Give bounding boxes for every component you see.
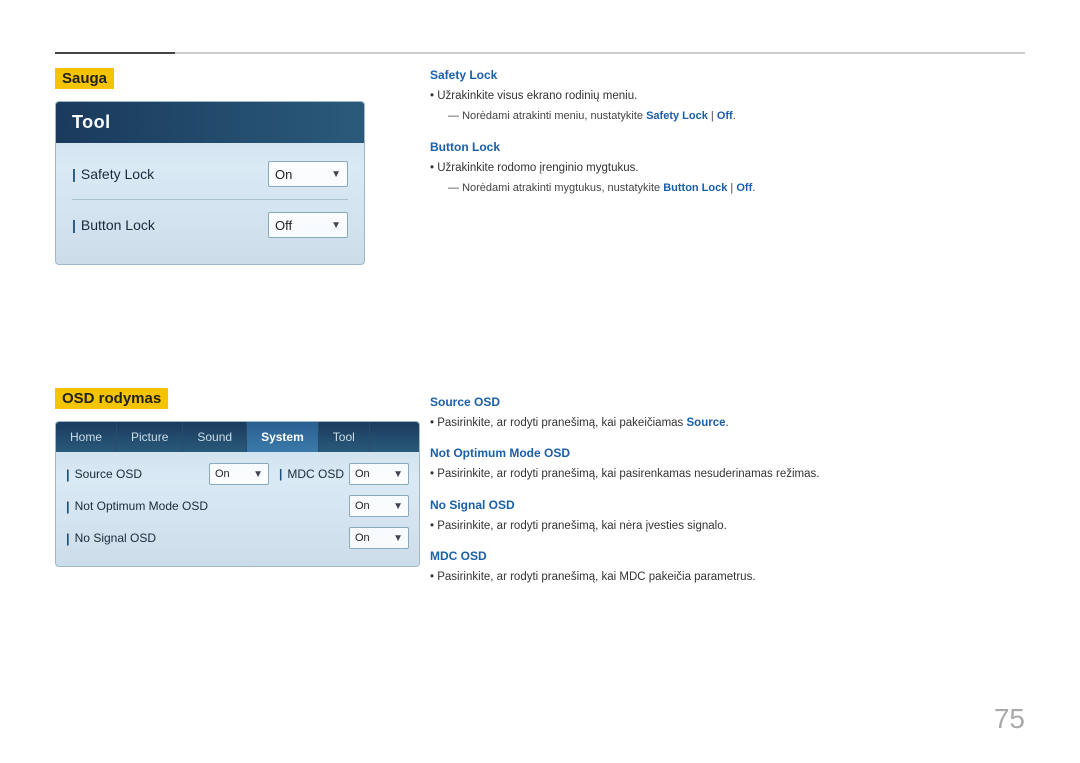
safety-lock-desc: Safety Lock Užrakinkite visus ekrano rod… (430, 68, 1000, 126)
safety-lock-row: Safety Lock On ▼ (72, 153, 348, 195)
button-lock-desc-text: Užrakinkite rodomo įrenginio mygtukus. (430, 160, 1000, 177)
safety-lock-highlight: Safety Lock (646, 110, 708, 122)
tool-panel: Tool Safety Lock On ▼ Button Lock Off ▼ (55, 101, 365, 265)
tool-panel-body: Safety Lock On ▼ Button Lock Off ▼ (56, 143, 364, 264)
source-osd-desc-title: Source OSD (430, 395, 1000, 409)
no-signal-split: No Signal OSD On ▼ (75, 527, 409, 549)
source-osd-arrow: ▼ (253, 469, 263, 480)
mdc-osd-select[interactable]: On ▼ (349, 463, 409, 485)
safety-lock-label: Safety Lock (72, 166, 154, 182)
not-optimum-split: Not Optimum Mode OSD On ▼ (75, 495, 409, 517)
source-osd-left: Source OSD On ▼ (75, 463, 269, 485)
tab-tool[interactable]: Tool (319, 422, 370, 452)
osd-panel: Home Picture Sound System Tool Source OS… (55, 421, 420, 567)
page-number: 75 (994, 703, 1025, 735)
source-osd-select[interactable]: On ▼ (209, 463, 269, 485)
no-signal-value: On (355, 532, 370, 544)
source-osd-value: On (215, 468, 230, 480)
tab-home[interactable]: Home (56, 422, 117, 452)
not-optimum-desc-text: Pasirinkite, ar rodyti pranešimą, kai pa… (430, 466, 1000, 483)
button-lock-value: Off (275, 218, 292, 233)
safety-lock-off-highlight: Off (717, 110, 733, 122)
safety-lock-desc-title: Safety Lock (430, 68, 1000, 82)
source-osd-row: Source OSD On ▼ MDC OSD On ▼ (66, 458, 409, 490)
source-osd-desc: Source OSD Pasirinkite, ar rodyti praneš… (430, 395, 1000, 432)
not-optimum-row: Not Optimum Mode OSD On ▼ (66, 490, 409, 522)
no-signal-label: No Signal OSD (75, 531, 349, 545)
top-line (55, 52, 1025, 54)
mdc-osd-label: MDC OSD (279, 467, 344, 481)
mdc-osd-desc-title: MDC OSD (430, 549, 1000, 563)
button-lock-arrow: ▼ (331, 220, 341, 231)
tab-sound[interactable]: Sound (183, 422, 247, 452)
no-signal-desc: No Signal OSD Pasirinkite, ar rodyti pra… (430, 498, 1000, 535)
no-signal-arrow: ▼ (393, 533, 403, 544)
tab-system[interactable]: System (247, 422, 319, 452)
safety-lock-value: On (275, 167, 292, 182)
no-signal-row: No Signal OSD On ▼ (66, 522, 409, 554)
button-lock-label: Button Lock (72, 217, 155, 233)
osd-body: Source OSD On ▼ MDC OSD On ▼ (56, 452, 419, 566)
not-optimum-arrow: ▼ (393, 501, 403, 512)
tool-panel-header: Tool (56, 102, 364, 143)
mdc-osd-arrow: ▼ (393, 469, 403, 480)
button-lock-desc: Button Lock Užrakinkite rodomo įrenginio… (430, 140, 1000, 198)
button-lock-desc-indent: Norėdami atrakinti mygtukus, nustatykite… (430, 180, 1000, 198)
button-lock-select[interactable]: Off ▼ (268, 212, 348, 238)
no-signal-left: No Signal OSD On ▼ (75, 527, 409, 549)
no-signal-desc-title: No Signal OSD (430, 498, 1000, 512)
osd-description: Source OSD Pasirinkite, ar rodyti praneš… (430, 395, 1000, 600)
source-osd-desc-text: Pasirinkite, ar rodyti pranešimą, kai pa… (430, 415, 1000, 432)
source-osd-label: Source OSD (75, 467, 209, 481)
button-lock-off-highlight: Off (736, 182, 752, 194)
mdc-osd-desc: MDC OSD Pasirinkite, ar rodyti pranešimą… (430, 549, 1000, 586)
osd-title: OSD rodymas (55, 388, 168, 409)
not-optimum-desc-title: Not Optimum Mode OSD (430, 446, 1000, 460)
button-lock-highlight: Button Lock (663, 182, 727, 194)
osd-tabs: Home Picture Sound System Tool (56, 422, 419, 452)
no-signal-desc-text: Pasirinkite, ar rodyti pranešimą, kai nė… (430, 518, 1000, 535)
safety-lock-select[interactable]: On ▼ (268, 161, 348, 187)
mdc-osd-desc-text: Pasirinkite, ar rodyti pranešimą, kai MD… (430, 569, 1000, 586)
safety-lock-desc-indent: Norėdami atrakinti meniu, nustatykite Sa… (430, 108, 1000, 126)
tool-divider (72, 199, 348, 200)
source-highlight: Source (687, 417, 726, 429)
safety-lock-desc-text: Užrakinkite visus ekrano rodinių meniu. (430, 88, 1000, 105)
no-signal-select[interactable]: On ▼ (349, 527, 409, 549)
not-optimum-select[interactable]: On ▼ (349, 495, 409, 517)
mdc-osd-value: On (355, 468, 370, 480)
not-optimum-left: Not Optimum Mode OSD On ▼ (75, 495, 409, 517)
not-optimum-label: Not Optimum Mode OSD (75, 499, 349, 513)
safety-lock-arrow: ▼ (331, 169, 341, 180)
not-optimum-value: On (355, 500, 370, 512)
sauga-section: Sauga Tool Safety Lock On ▼ Button Lock … (55, 68, 365, 265)
sauga-description: Safety Lock Užrakinkite visus ekrano rod… (430, 68, 1000, 212)
sauga-title: Sauga (55, 68, 114, 89)
tab-picture[interactable]: Picture (117, 422, 183, 452)
source-osd-split: Source OSD On ▼ MDC OSD On ▼ (75, 463, 409, 485)
mdc-osd-part: MDC OSD On ▼ (279, 463, 409, 485)
button-lock-row: Button Lock Off ▼ (72, 204, 348, 246)
not-optimum-desc: Not Optimum Mode OSD Pasirinkite, ar rod… (430, 446, 1000, 483)
osd-section: OSD rodymas Home Picture Sound System To… (55, 388, 420, 567)
button-lock-desc-title: Button Lock (430, 140, 1000, 154)
